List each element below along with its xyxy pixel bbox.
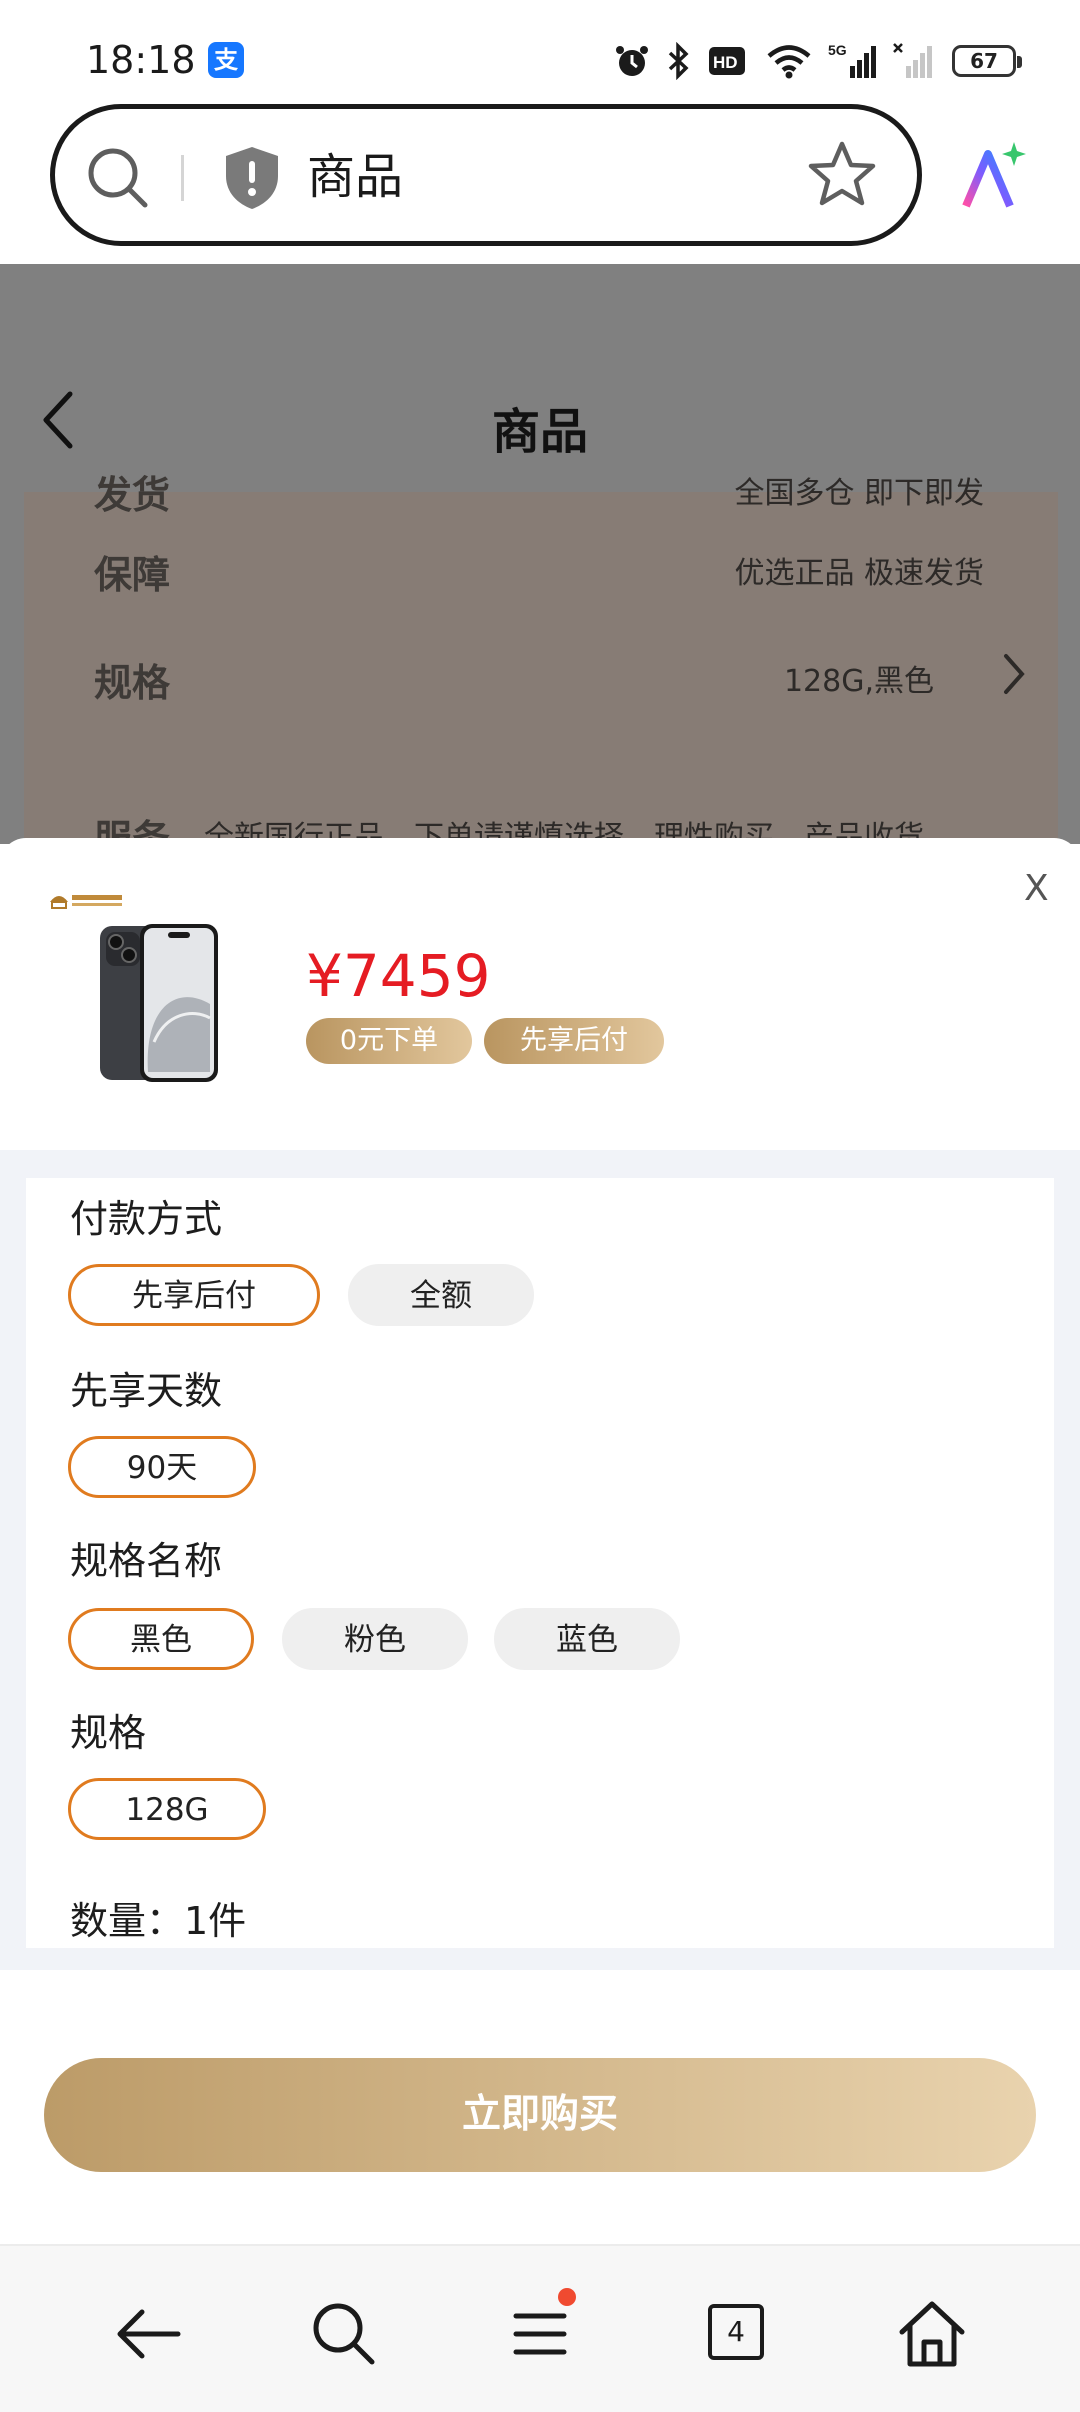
- pay-later-days-title: 先享天数: [70, 1369, 223, 1413]
- tabs-icon: 4: [708, 2304, 764, 2360]
- hd-icon: HD: [709, 47, 745, 75]
- ai-assistant-icon[interactable]: [958, 140, 1030, 212]
- network-label: 5G: [828, 42, 847, 58]
- detail-label: 规格: [94, 661, 171, 705]
- detail-row-guarantee: 保障 优选正品 极速发货: [24, 544, 1058, 604]
- chevron-right-icon: [1004, 654, 1025, 694]
- search-icon[interactable]: [304, 2294, 384, 2374]
- detail-label: 发货: [94, 473, 171, 517]
- color-title: 规格名称: [70, 1539, 223, 1583]
- address-bar[interactable]: 商品: [50, 104, 922, 246]
- battery-icon: 67: [952, 45, 1022, 77]
- signal-weak-icon: [893, 43, 932, 78]
- detail-value: 128G,黑色: [783, 664, 934, 699]
- option-storage-128g[interactable]: 128G: [68, 1778, 266, 1840]
- purchase-bottom-sheet: X ¥7459 0元下单 先享后付 付款方式 先享后付 全额 先享天数 90天 …: [0, 838, 1080, 2244]
- option-full-payment[interactable]: 全额: [348, 1264, 534, 1326]
- address-divider: [181, 155, 184, 201]
- option-90-days[interactable]: 90天: [68, 1436, 256, 1498]
- zero-down-tag: 0元下单: [306, 1018, 472, 1064]
- home-icon[interactable]: [892, 2294, 972, 2374]
- quantity-label: 数量：1件: [70, 1899, 247, 1943]
- status-bar: 18:18 支 HD 5G 67: [0, 0, 1080, 100]
- back-arrow-icon[interactable]: [108, 2294, 188, 2374]
- buy-now-button[interactable]: 立即购买: [44, 2058, 1036, 2172]
- detail-value: 优选正品 极速发货: [734, 556, 984, 591]
- product-price: ¥7459: [306, 942, 491, 1010]
- option-color-black[interactable]: 黑色: [68, 1608, 254, 1670]
- detail-label: 保障: [94, 553, 171, 597]
- product-image: [100, 924, 218, 1082]
- product-detail-card: 发货 全国多仓 即下即发 保障 优选正品 极速发货 规格 128G,黑色 服务 …: [24, 473, 1058, 844]
- payment-method-title: 付款方式: [70, 1197, 223, 1241]
- address-text[interactable]: 商品: [307, 145, 403, 209]
- options-card: 付款方式 先享后付 全额 先享天数 90天 规格名称 黑色 粉色 蓝色 规格 1…: [26, 1178, 1054, 1948]
- option-color-blue[interactable]: 蓝色: [494, 1608, 680, 1670]
- search-icon[interactable]: [83, 143, 153, 213]
- detail-value: 全国多仓 即下即发: [734, 476, 984, 511]
- tabs-button[interactable]: 4: [696, 2294, 776, 2374]
- notification-dot: [558, 2288, 576, 2306]
- alipay-notification-icon: 支: [208, 42, 244, 78]
- page-background: 商品 发货 全国多仓 即下即发 保障 优选正品 极速发货 规格 128G,黑色 …: [0, 264, 1080, 844]
- browser-bottom-nav: 4: [0, 2244, 1080, 2412]
- page-title: 商品: [491, 404, 588, 460]
- option-pay-later[interactable]: 先享后付: [68, 1264, 320, 1326]
- status-time: 18:18: [86, 38, 196, 82]
- bluetooth-icon: [668, 42, 689, 80]
- storage-title: 规格: [70, 1711, 147, 1755]
- shield-icon[interactable]: [223, 145, 281, 211]
- option-color-pink[interactable]: 粉色: [282, 1608, 468, 1670]
- options-section: 付款方式 先享后付 全额 先享天数 90天 规格名称 黑色 粉色 蓝色 规格 1…: [0, 1150, 1080, 1970]
- menu-button[interactable]: [500, 2288, 580, 2374]
- pay-later-tag: 先享后付: [484, 1018, 664, 1064]
- store-logo: [50, 895, 122, 909]
- menu-icon: [513, 2313, 567, 2355]
- svg-text:HD: HD: [713, 53, 738, 72]
- star-icon[interactable]: [807, 139, 877, 209]
- signal-icon: 5G: [828, 42, 876, 78]
- close-button[interactable]: X: [1024, 868, 1049, 909]
- alarm-icon: [616, 46, 648, 76]
- browser-toolbar: 商品: [0, 100, 1080, 264]
- wifi-icon: [767, 45, 811, 79]
- detail-row-shipping: 发货 全国多仓 即下即发: [24, 464, 1058, 524]
- status-icons: HD 5G 67: [614, 40, 1022, 82]
- detail-row-spec[interactable]: 规格 128G,黑色: [24, 652, 1058, 712]
